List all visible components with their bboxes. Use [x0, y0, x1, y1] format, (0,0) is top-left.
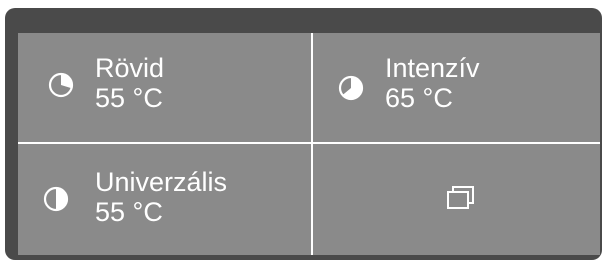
program-text: Rövid 55 °C — [95, 53, 164, 113]
program-selection-panel: Rövid 55 °C Intenzív 65 °C Univerzális 5… — [18, 33, 600, 255]
program-text: Univerzális 55 °C — [95, 167, 227, 227]
program-duration-icon — [48, 72, 74, 98]
program-temperature: 55 °C — [95, 197, 163, 227]
program-duration-icon — [43, 186, 69, 212]
display-frame: Rövid 55 °C Intenzív 65 °C Univerzális 5… — [5, 8, 602, 260]
program-name: Intenzív — [385, 53, 480, 83]
program-tile-rovid[interactable]: Rövid 55 °C — [18, 33, 311, 142]
program-tile-intenziv[interactable]: Intenzív 65 °C — [313, 33, 600, 142]
program-name: Univerzális — [95, 167, 228, 197]
program-name: Rövid — [95, 53, 165, 83]
program-text: Intenzív 65 °C — [385, 53, 480, 113]
program-tile-univerzalis[interactable]: Univerzális 55 °C — [18, 144, 311, 255]
program-duration-icon — [338, 75, 364, 101]
more-programs-icon — [447, 186, 474, 209]
more-programs-button[interactable] — [313, 144, 600, 255]
program-temperature: 55 °C — [95, 83, 163, 113]
program-temperature: 65 °C — [385, 83, 453, 113]
